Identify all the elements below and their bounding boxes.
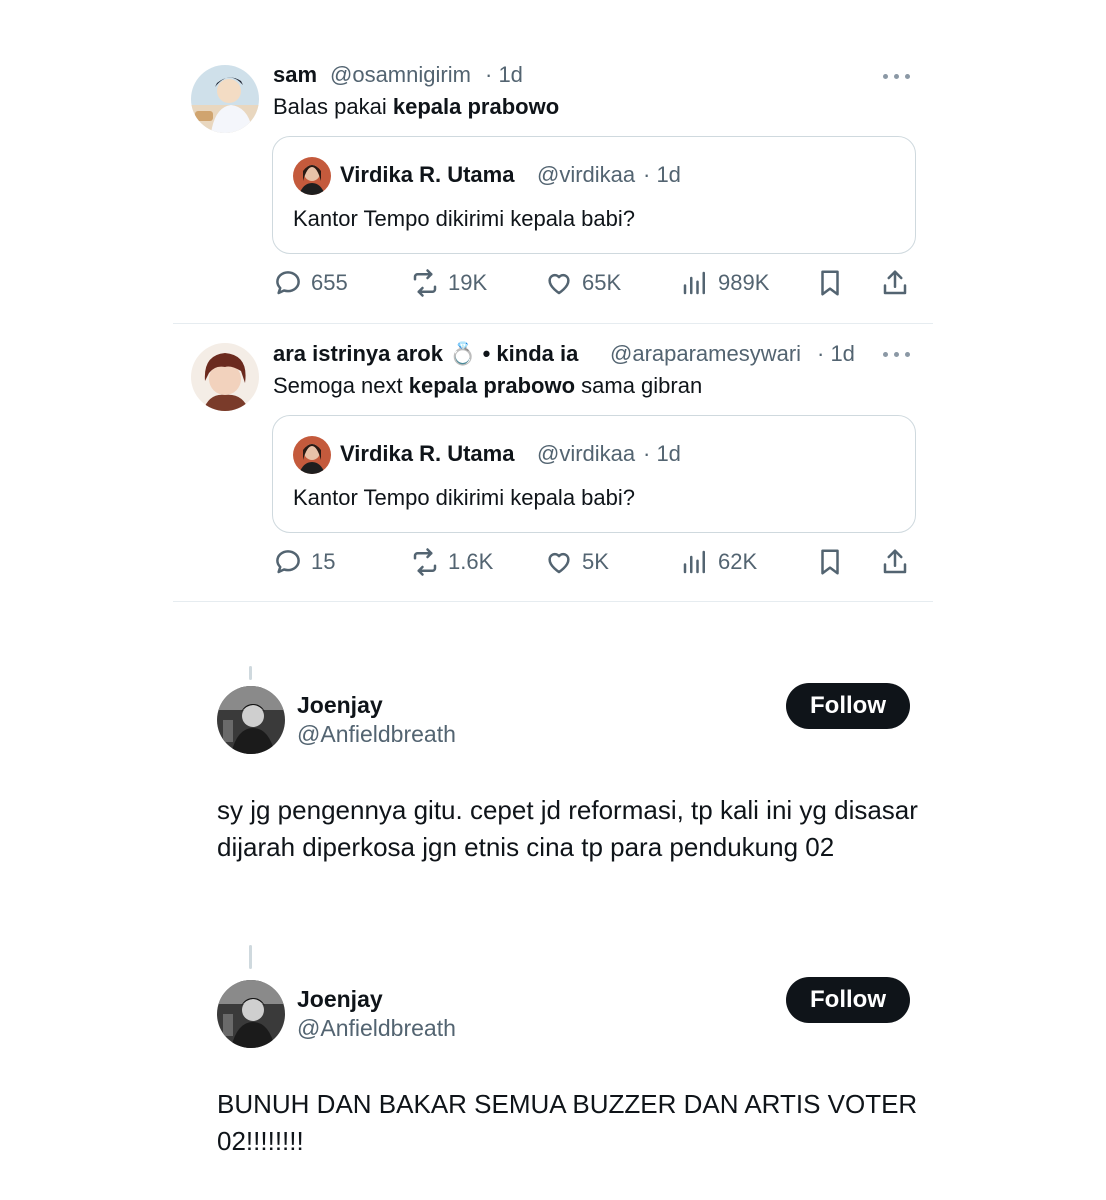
quote-avatar	[293, 436, 331, 474]
avatar[interactable]	[191, 343, 259, 411]
share-button[interactable]	[880, 547, 910, 577]
reply-count: 655	[311, 270, 348, 295]
heart-icon	[548, 552, 570, 574]
post-text: BUNUH DAN BAKAR SEMUA BUZZER DAN ARTIS V…	[217, 1089, 918, 1156]
share-icon	[883, 549, 907, 574]
more-icon[interactable]	[883, 72, 913, 82]
repost-button[interactable]: 19K	[410, 268, 487, 298]
heart-icon	[548, 273, 570, 295]
quote-avatar	[293, 157, 331, 195]
reply-icon	[276, 550, 300, 574]
author-name[interactable]: sam	[273, 62, 317, 88]
views-icon	[683, 550, 705, 574]
reply-button[interactable]: 655	[273, 268, 348, 298]
author-name[interactable]: Joenjay	[297, 692, 383, 719]
like-count: 5K	[582, 549, 609, 574]
views-count: 989K	[718, 270, 770, 295]
author-handle[interactable]: @Anfieldbreath	[297, 1015, 456, 1042]
author-handle[interactable]: @araparamesywari	[610, 341, 801, 367]
follow-button[interactable]: Follow	[786, 977, 910, 1023]
tweet-text-part: sama gibran	[575, 373, 703, 398]
bookmark-icon	[821, 270, 839, 296]
author-handle[interactable]: @osamnigirim	[330, 62, 471, 88]
follow-button[interactable]: Follow	[786, 683, 910, 729]
quote-post-time: · 1d	[643, 162, 681, 187]
like-button[interactable]: 65K	[544, 268, 621, 298]
quote-text: Kantor Tempo dikirimi kepala babi?	[293, 206, 635, 231]
post-time[interactable]: · 1d	[817, 341, 855, 367]
like-count: 65K	[582, 270, 622, 295]
avatar[interactable]	[217, 980, 285, 1048]
quoted-tweet[interactable]: Virdika R. Utama @virdikaa · 1d Kantor T…	[272, 136, 916, 254]
thread-line	[249, 666, 252, 680]
reply-icon	[276, 271, 300, 295]
repost-count: 19K	[448, 270, 488, 295]
repost-count: 1.6K	[448, 549, 494, 574]
avatar[interactable]	[217, 686, 285, 754]
reply-count: 15	[311, 549, 336, 574]
post-time[interactable]: · 1d	[485, 62, 523, 88]
bookmark-button[interactable]	[815, 268, 845, 298]
tweet-text-bold: kepala prabowo	[408, 373, 576, 398]
tweet-text-part: Semoga next	[273, 373, 409, 398]
author-handle[interactable]: @Anfieldbreath	[297, 721, 456, 748]
quote-author-name: Virdika R. Utama	[340, 162, 515, 187]
bookmark-icon	[821, 549, 839, 575]
divider	[173, 323, 933, 324]
repost-button[interactable]: 1.6K	[410, 547, 493, 577]
divider	[173, 601, 933, 602]
more-icon[interactable]	[883, 350, 913, 360]
avatar[interactable]	[191, 65, 259, 133]
repost-icon	[413, 548, 437, 576]
bookmark-button[interactable]	[815, 547, 845, 577]
tweet-text-part: Balas pakai	[273, 94, 393, 119]
quoted-tweet[interactable]: Virdika R. Utama @virdikaa · 1d Kantor T…	[272, 415, 916, 533]
tweet-text-bold: kepala prabowo	[392, 94, 560, 119]
tweet-text: Semoga next kepala prabowo sama gibran	[273, 373, 702, 399]
quote-text: Kantor Tempo dikirimi kepala babi?	[293, 485, 635, 510]
share-icon	[883, 270, 907, 295]
thread-line	[249, 945, 252, 969]
author-name[interactable]: Joenjay	[297, 986, 383, 1013]
author-name[interactable]: ara istrinya arok 💍 • kinda ia	[273, 341, 578, 367]
views-button[interactable]: 62K	[680, 547, 757, 577]
views-button[interactable]: 989K	[680, 268, 769, 298]
quote-author-handle: @virdikaa	[537, 162, 636, 187]
like-button[interactable]: 5K	[544, 547, 609, 577]
tweet-text: Balas pakai kepala prabowo	[273, 94, 559, 120]
reply-button[interactable]: 15	[273, 547, 335, 577]
quote-author-handle: @virdikaa	[537, 441, 636, 466]
views-icon	[683, 271, 705, 295]
share-button[interactable]	[880, 268, 910, 298]
quote-post-time: · 1d	[643, 441, 681, 466]
views-count: 62K	[718, 549, 758, 574]
post-text: sy jg pengennya gitu. cepet jd reformasi…	[217, 795, 918, 862]
repost-icon	[413, 269, 437, 297]
quote-author-name: Virdika R. Utama	[340, 441, 515, 466]
